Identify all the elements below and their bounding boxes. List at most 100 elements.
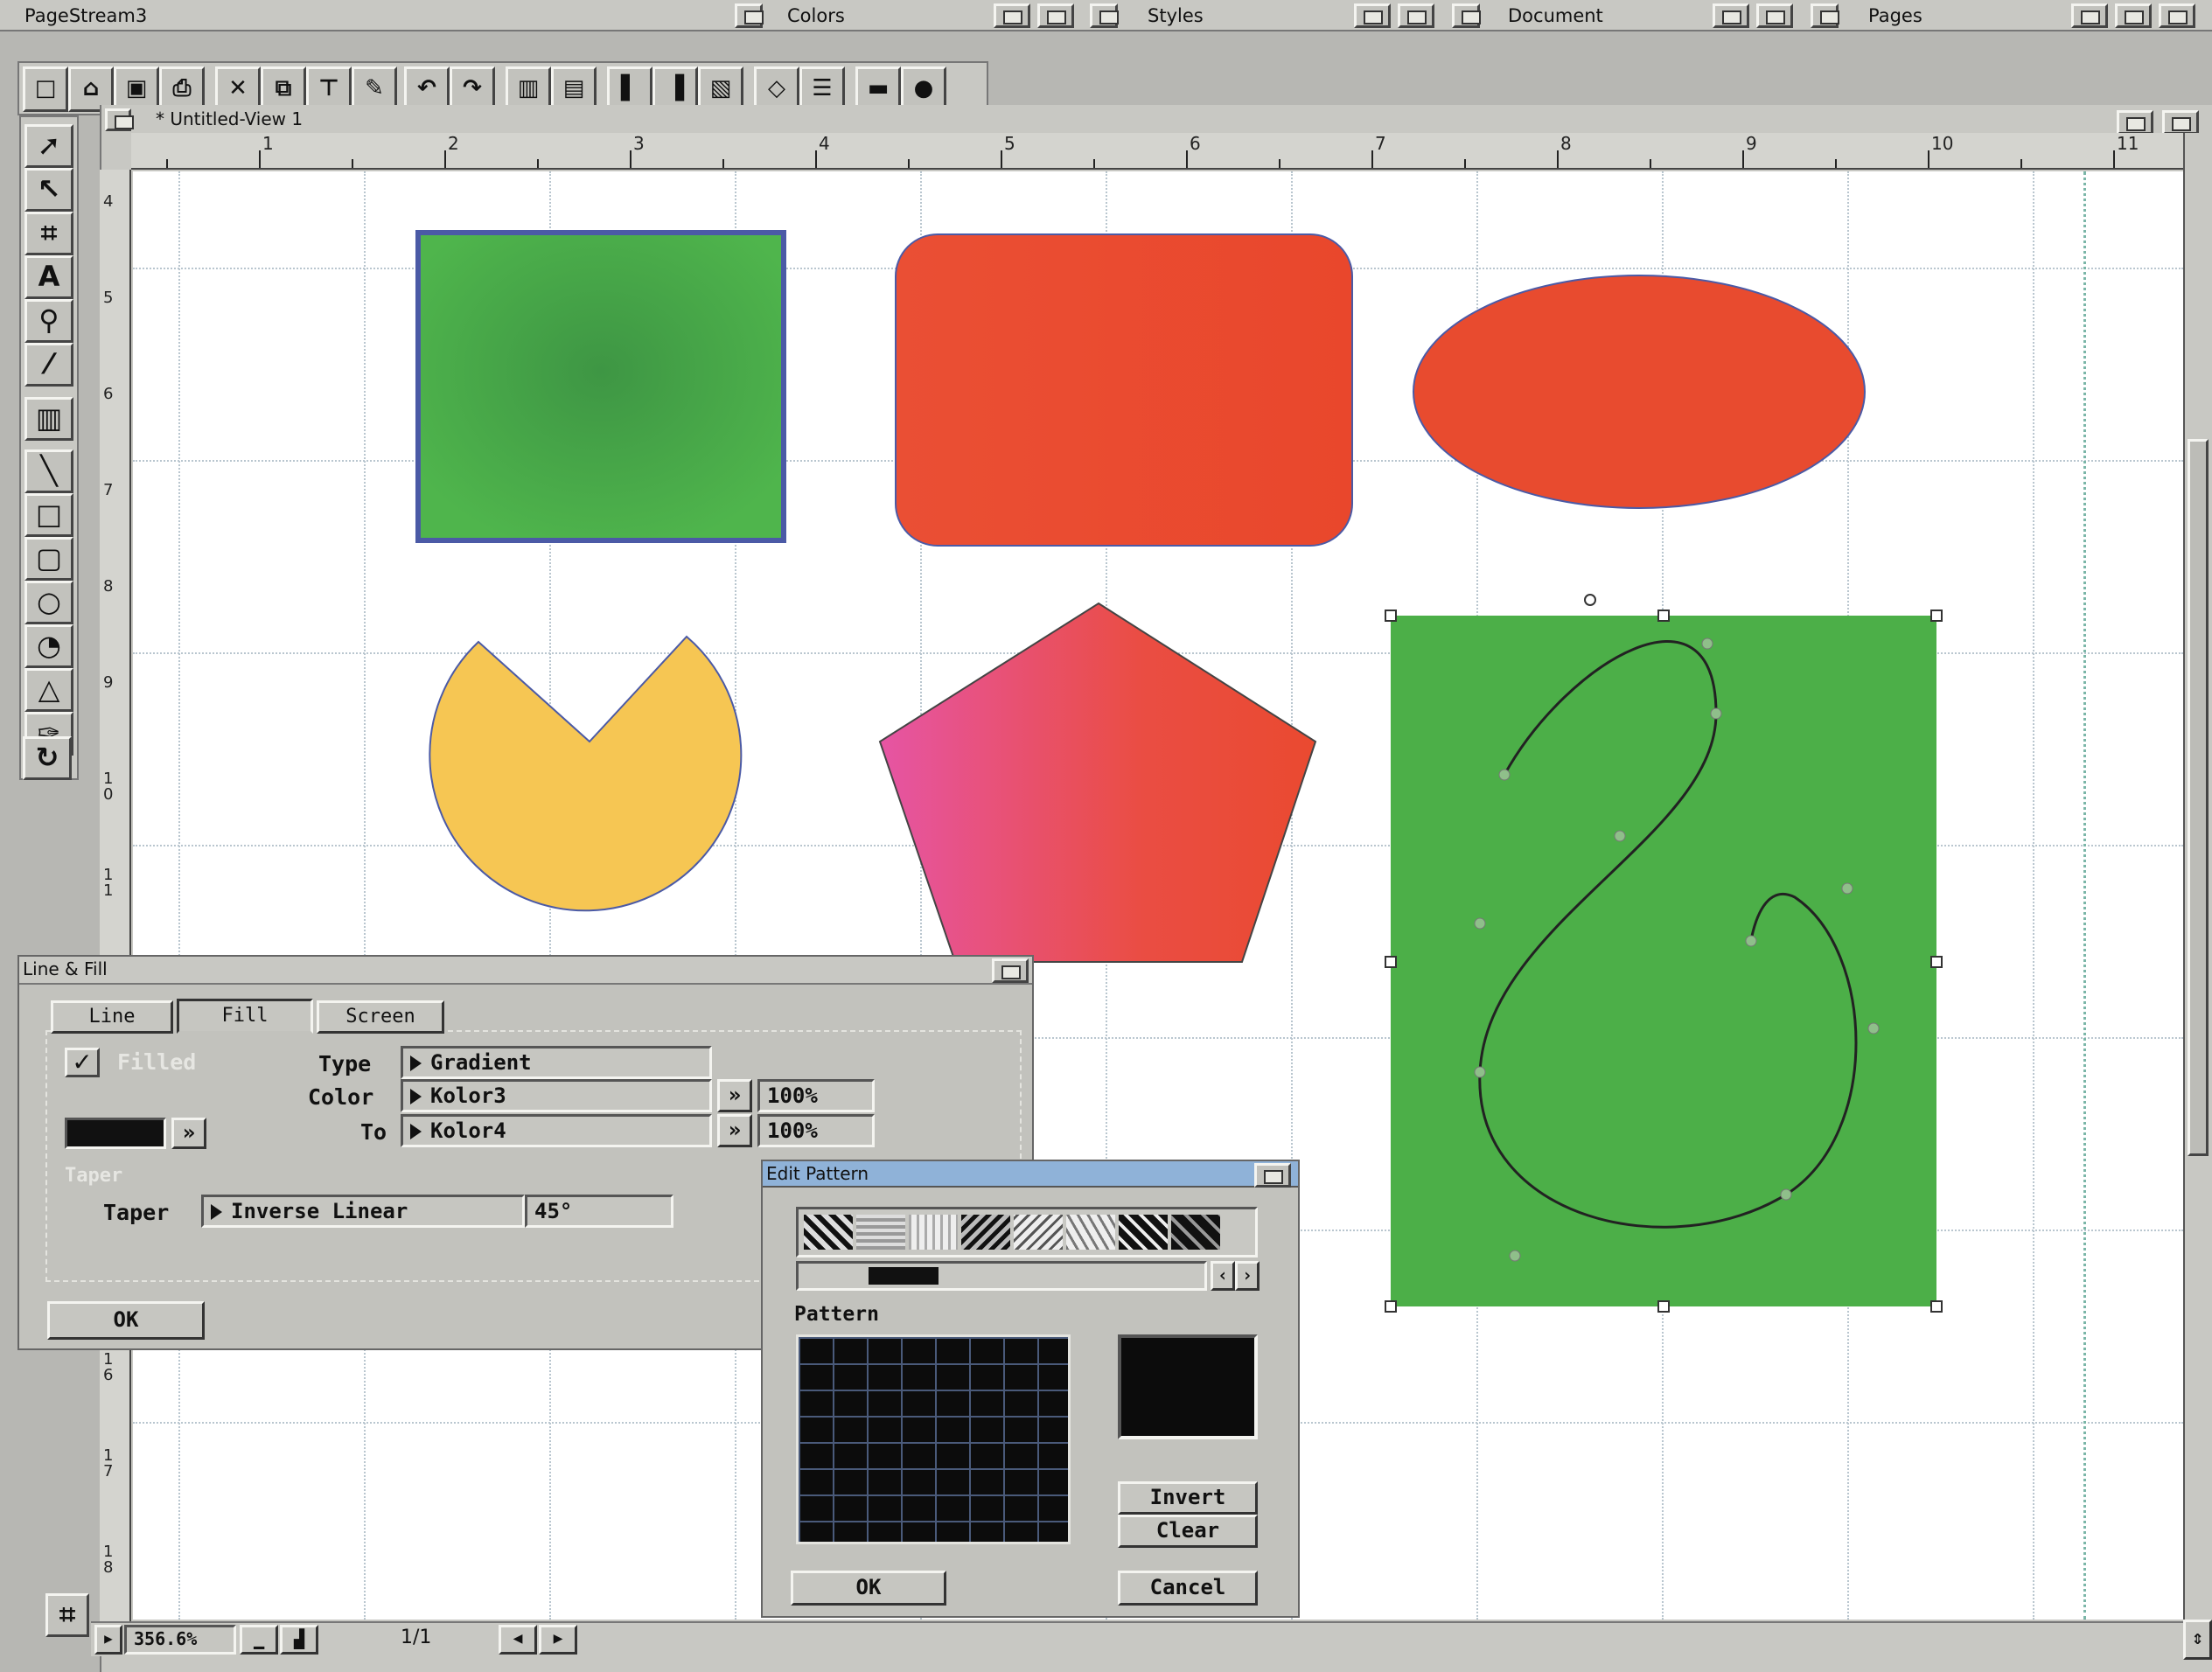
view-close-gadget[interactable] (105, 108, 134, 131)
arrow-tool-icon[interactable]: ➚ (24, 124, 73, 168)
document-panel-zoom-gadget[interactable] (1713, 3, 1749, 28)
color-value: Kolor3 (430, 1083, 506, 1108)
pattern-edit-grid[interactable] (796, 1334, 1071, 1544)
edit-pattern-ok-button[interactable]: OK (791, 1571, 946, 1606)
styles-panel-close-gadget[interactable] (1090, 3, 1119, 28)
line-fill-title: Line & Fill (23, 958, 108, 979)
styles-panel-depth-gadget[interactable] (1398, 3, 1434, 28)
invert-button[interactable]: Invert (1118, 1481, 1258, 1515)
zoom-out-button[interactable]: ▁ (240, 1625, 278, 1655)
tab-fill[interactable]: Fill (177, 999, 313, 1034)
eyedropper-tool-icon[interactable]: ⁄ (24, 343, 73, 387)
column-tool-icon[interactable]: ▥ (24, 397, 73, 441)
pattern-scroll-left-button[interactable]: ‹ (1211, 1261, 1235, 1291)
to-popup[interactable]: Kolor4 (401, 1114, 712, 1147)
to-more-button[interactable]: » (717, 1114, 752, 1147)
document-panel-depth-gadget[interactable] (1756, 3, 1793, 28)
rounded-rect-tool-icon[interactable]: ▢ (24, 537, 73, 581)
line-fill-titlebar[interactable] (19, 957, 1032, 985)
color-more-button[interactable]: » (717, 1079, 752, 1112)
polygon-tool-icon[interactable]: △ (24, 668, 73, 712)
node-arrow-tool-icon[interactable]: ↖ (24, 168, 73, 212)
previous-page-button[interactable]: ◀ (499, 1625, 537, 1655)
edit-pattern-cancel-button[interactable]: Cancel (1118, 1571, 1258, 1606)
page-number-label: 1/1 (401, 1627, 432, 1648)
arc-tool-icon[interactable]: ◔ (24, 624, 73, 668)
taper-label: Taper (103, 1200, 170, 1225)
colors-panel-depth2-gadget[interactable] (1037, 3, 1074, 28)
ruler-label: 1 (262, 133, 274, 154)
next-page-button[interactable]: ▶ (539, 1625, 577, 1655)
pages-panel-depth-gadget[interactable] (2115, 3, 2152, 28)
horizontal-ruler[interactable]: 1 2 3 4 5 6 7 8 9 10 11 (131, 133, 2187, 170)
rectangle-tool-icon[interactable]: □ (24, 493, 73, 537)
document-panel-title[interactable]: Document (1508, 3, 1603, 29)
view-zoom-gadget[interactable] (2117, 110, 2153, 135)
new-document-icon[interactable]: □ (23, 66, 68, 112)
green-square-shape[interactable] (415, 230, 786, 543)
green-bezier-box-shape[interactable] (1391, 616, 1936, 1306)
line-fill-depth-gadget[interactable] (992, 958, 1029, 983)
color-popup[interactable]: Kolor3 (401, 1079, 712, 1112)
pattern-label: Pattern (794, 1303, 879, 1326)
pages-panel-title[interactable]: Pages (1868, 3, 1922, 29)
colors-panel-title[interactable]: Colors (787, 3, 845, 29)
vertical-ruler[interactable]: 4 5 6 7 8 9 10 11 16 17 18 (100, 170, 131, 1621)
zoom-popup-button[interactable]: ▶ (94, 1625, 122, 1655)
zoom-level-field[interactable]: 356.6% (124, 1625, 236, 1655)
document-panel-close-gadget[interactable] (1452, 3, 1481, 28)
yellow-pie-shape[interactable] (429, 635, 743, 912)
ellipse-tool-icon[interactable]: ○ (24, 581, 73, 624)
scrollbar-thumb[interactable] (2188, 439, 2209, 1156)
red-ellipse-shape[interactable] (1413, 275, 1866, 509)
colors-panel-zoom-gadget[interactable] (994, 3, 1030, 28)
ruler-label: 9 (1746, 133, 1757, 154)
edit-pattern-title: Edit Pattern (766, 1163, 869, 1184)
ruler-label: 10 (1931, 133, 1954, 154)
view-depth-gadget[interactable] (2162, 110, 2199, 135)
snap-grid-icon[interactable]: ⌗ (45, 1593, 89, 1637)
ruler-label: 16 (103, 1350, 114, 1384)
pattern-preset-strip[interactable] (796, 1207, 1258, 1257)
pattern-strip-scrollbar[interactable] (796, 1261, 1207, 1291)
clear-button[interactable]: Clear (1118, 1515, 1258, 1548)
color-percent-field[interactable]: 100% (757, 1079, 875, 1112)
type-popup[interactable]: Gradient (401, 1046, 712, 1079)
to-percent-field[interactable]: 100% (757, 1114, 875, 1147)
styles-panel-title[interactable]: Styles (1148, 3, 1204, 29)
styles-panel-zoom-gadget[interactable] (1354, 3, 1391, 28)
taper-popup[interactable]: Inverse Linear (201, 1195, 525, 1228)
crop-tool-icon[interactable]: ⌗ (24, 212, 73, 255)
line-fill-ok-button[interactable]: OK (47, 1301, 205, 1340)
ruler-label: 8 (103, 577, 114, 596)
ruler-label: 11 (103, 866, 114, 900)
swatch-more-button[interactable]: » (171, 1118, 206, 1149)
tab-screen[interactable]: Screen (317, 1000, 444, 1034)
colors-panel-depth-gadget[interactable] (735, 3, 764, 28)
pattern-preview-swatch (1118, 1334, 1258, 1439)
pink-pentagon-shape[interactable] (878, 602, 1317, 963)
zoom-in-button[interactable]: ▟ (280, 1625, 318, 1655)
rotate-tool-icon[interactable]: ↻ (23, 736, 72, 780)
taper-angle-field[interactable]: 45° (525, 1195, 673, 1228)
fill-color-swatch[interactable] (65, 1118, 166, 1149)
pages-panel-extra-gadget[interactable] (2159, 3, 2195, 28)
scroll-up-down-button[interactable]: ⇕ (2183, 1620, 2212, 1660)
pages-panel-zoom-gadget[interactable] (2071, 3, 2108, 28)
line-tool-icon[interactable]: ╲ (24, 449, 73, 493)
text-tool-icon[interactable]: A (24, 255, 73, 299)
red-rounded-rect-shape[interactable] (895, 233, 1353, 547)
filled-checkbox[interactable]: ✓ (65, 1048, 100, 1077)
pattern-scroll-right-button[interactable]: › (1235, 1261, 1260, 1291)
pages-panel-close-gadget[interactable] (1811, 3, 1839, 28)
vertical-scrollbar[interactable] (2183, 133, 2212, 1620)
ruler-label: 4 (103, 192, 114, 211)
tab-line[interactable]: Line (51, 1000, 173, 1034)
ruler-label: 11 (2117, 133, 2139, 154)
edit-pattern-depth-gadget[interactable] (1254, 1163, 1291, 1188)
zoom-tool-icon[interactable]: ⚲ (24, 299, 73, 343)
pattern-strip-thumb[interactable] (869, 1267, 939, 1285)
ruler-label: 6 (103, 385, 114, 403)
ruler-label: 5 (103, 289, 114, 307)
ruler-label: 4 (819, 133, 830, 154)
